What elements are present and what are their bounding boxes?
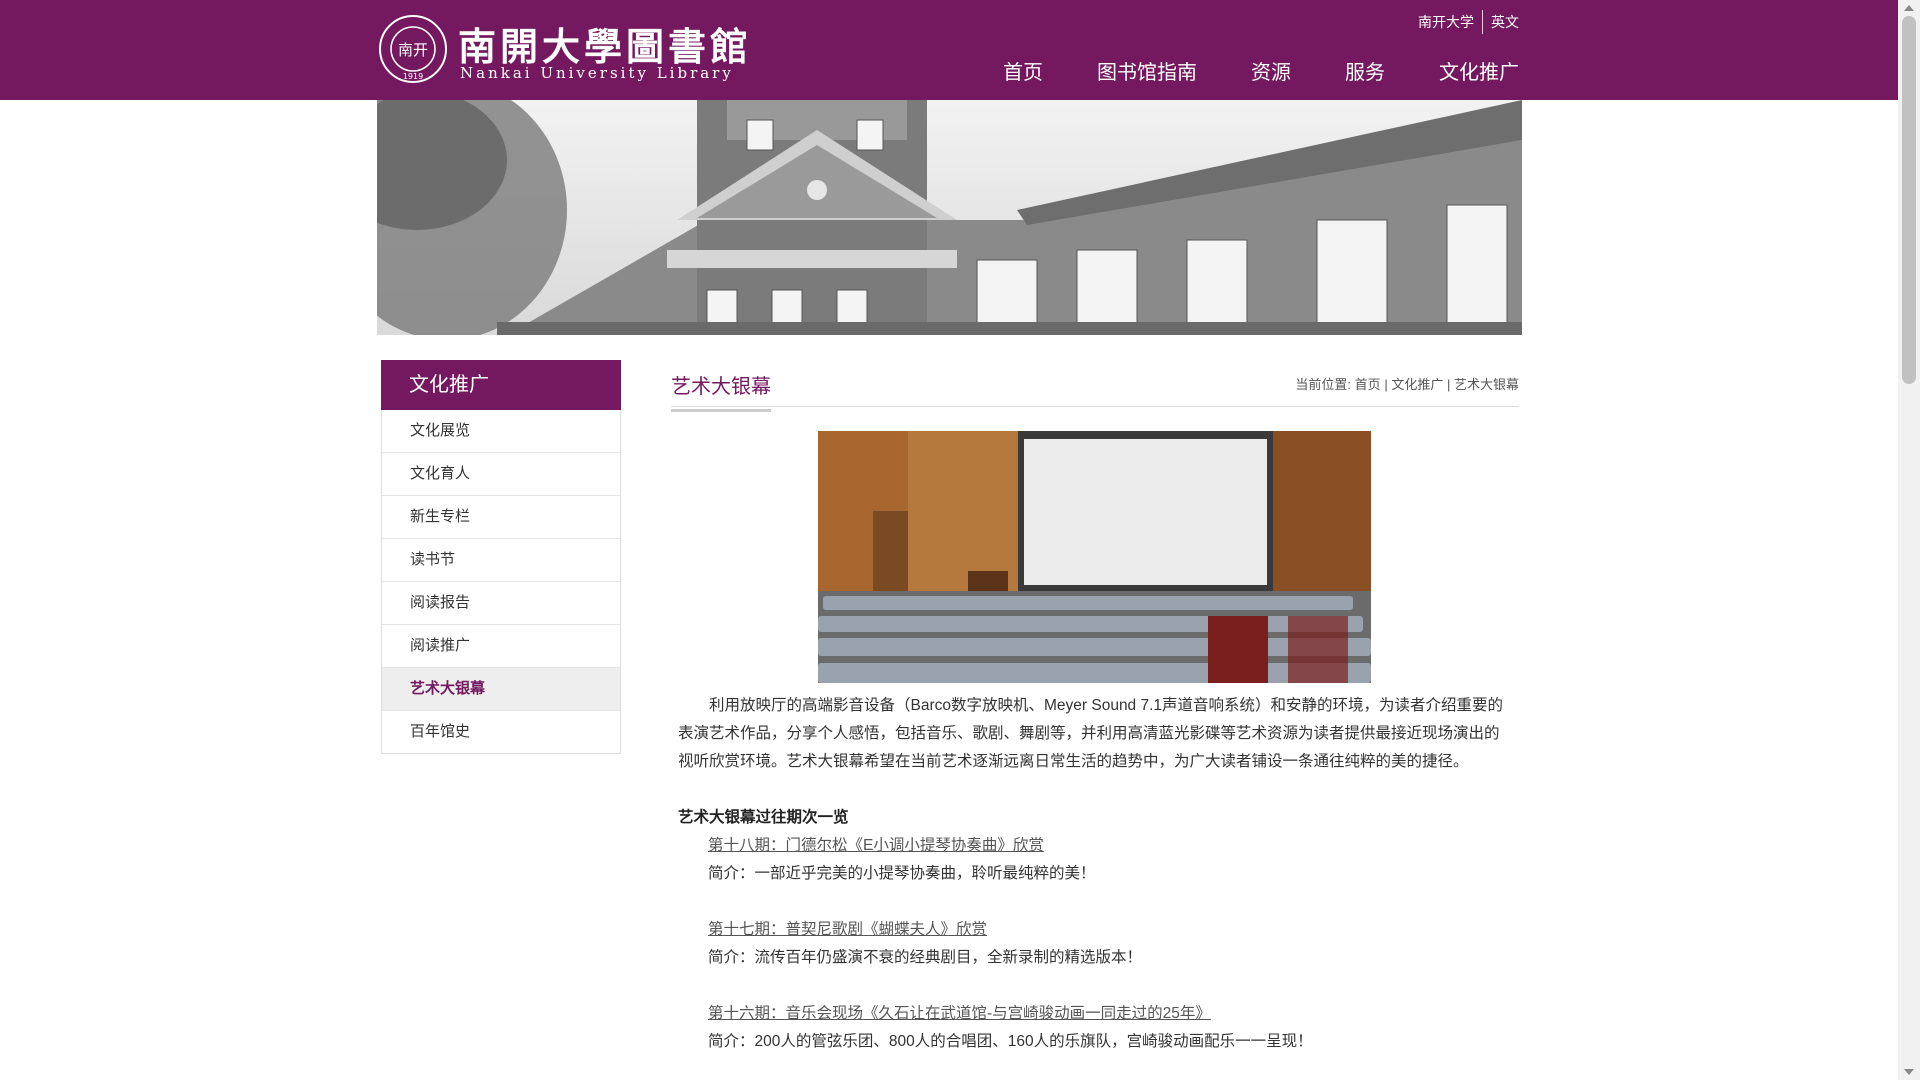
library-logo[interactable]: 南开 1919 南開大學圖書館 Nankai University Librar… <box>378 14 748 86</box>
session-link[interactable]: 第十八期：门德尔松《E小调小提琴协奏曲》欣赏 <box>708 837 1044 854</box>
top-links: 南开大学 英文 <box>1418 10 1519 34</box>
seal-year: 1919 <box>403 72 423 81</box>
sidebar-item-culture-exhibition[interactable]: 文化展览 <box>382 410 620 453</box>
sidebar-item-reading-promotion[interactable]: 阅读推广 <box>382 625 620 668</box>
session-link[interactable]: 第十七期：普契尼歌剧《蝴蝶夫人》欣赏 <box>708 921 987 938</box>
list-item: 第十七期：普契尼歌剧《蝴蝶夫人》欣赏 <box>708 916 1514 944</box>
seal-text: 南开 <box>398 41 428 59</box>
top-link-divider <box>1482 10 1483 34</box>
screening-hall-photo <box>818 431 1371 683</box>
sidebar-menu: 文化展览 文化育人 新生专栏 读书节 阅读报告 阅读推广 艺术大银幕 百年馆史 <box>381 410 621 754</box>
nav-culture-promotion[interactable]: 文化推广 <box>1439 56 1519 85</box>
scroll-down-arrow-icon[interactable] <box>1904 1069 1914 1075</box>
session-description: 简介：200人的管弦乐团、800人的合唱团、160人的乐旗队，宫崎骏动画配乐一一… <box>708 1033 1313 1050</box>
intro-paragraph: 利用放映厅的高端影音设备（Barco数字放映机、Meyer Sound 7.1声… <box>678 697 1504 770</box>
library-building-banner <box>377 100 1522 335</box>
sidebar-item-reading-festival[interactable]: 读书节 <box>382 539 620 582</box>
page-title: 艺术大银幕 <box>671 370 771 412</box>
article-body: 利用放映厅的高端影音设备（Barco数字放映机、Meyer Sound 7.1声… <box>678 692 1514 1056</box>
nav-resources[interactable]: 资源 <box>1251 56 1291 85</box>
logo-chinese-name: 南開大學圖書館 <box>458 24 753 69</box>
sidebar-item-freshman-column[interactable]: 新生专栏 <box>382 496 620 539</box>
breadcrumb-separator: | <box>1384 377 1388 392</box>
sidebar: 文化推广 文化展览 文化育人 新生专栏 读书节 阅读报告 阅读推广 艺术大银幕 … <box>381 360 621 754</box>
breadcrumb-home[interactable]: 首页 <box>1355 377 1381 392</box>
main-nav: 首页 图书馆指南 资源 服务 文化推广 <box>949 56 1519 85</box>
main-content: 艺术大银幕 当前位置: 首页 | 文化推广 | 艺术大银幕 利用放映厅的高端影音… <box>671 360 1519 1050</box>
site-header: 南开 1919 南開大學圖書館 Nankai University Librar… <box>0 0 1898 100</box>
breadcrumb-culture-promotion[interactable]: 文化推广 <box>1391 377 1443 392</box>
page-scrollbar[interactable] <box>1898 0 1920 1080</box>
breadcrumb: 当前位置: 首页 | 文化推广 | 艺术大银幕 <box>1295 374 1519 393</box>
sidebar-item-library-history[interactable]: 百年馆史 <box>382 711 620 753</box>
nav-library-guide[interactable]: 图书馆指南 <box>1097 56 1197 85</box>
list-item: 第十八期：门德尔松《E小调小提琴协奏曲》欣赏 <box>708 832 1514 860</box>
logo-english-name: Nankai University Library <box>460 64 734 82</box>
sidebar-item-culture-education[interactable]: 文化育人 <box>382 453 620 496</box>
scrollbar-thumb[interactable] <box>1902 16 1916 384</box>
sidebar-item-reading-report[interactable]: 阅读报告 <box>382 582 620 625</box>
session-link[interactable]: 第十六期：音乐会现场《久石让在武道馆-与宫崎骏动画一同走过的25年》 <box>708 1005 1211 1022</box>
breadcrumb-separator: | <box>1446 377 1451 392</box>
nav-home[interactable]: 首页 <box>1003 56 1043 85</box>
nankai-university-link[interactable]: 南开大学 <box>1418 12 1474 32</box>
breadcrumb-prefix: 当前位置: <box>1295 377 1352 392</box>
breadcrumb-art-big-screen[interactable]: 艺术大银幕 <box>1454 377 1519 392</box>
session-description: 简介：流传百年仍盛演不衰的经典剧目，全新录制的精选版本！ <box>708 949 1143 966</box>
list-item: 第十六期：音乐会现场《久石让在武道馆-与宫崎骏动画一同走过的25年》 <box>708 1000 1514 1028</box>
content-header: 艺术大银幕 当前位置: 首页 | 文化推广 | 艺术大银幕 <box>671 360 1519 412</box>
sidebar-title: 文化推广 <box>381 360 621 410</box>
session-description: 简介：一部近乎完美的小提琴协奏曲，聆听最纯粹的美！ <box>708 865 1096 882</box>
nav-services[interactable]: 服务 <box>1345 56 1385 85</box>
university-seal-icon: 南开 1919 <box>379 15 447 83</box>
english-link[interactable]: 英文 <box>1491 12 1519 32</box>
past-sessions-heading: 艺术大银幕过往期次一览 <box>678 809 849 826</box>
sidebar-item-art-big-screen[interactable]: 艺术大银幕 <box>382 668 620 711</box>
scroll-up-arrow-icon[interactable] <box>1904 5 1914 11</box>
